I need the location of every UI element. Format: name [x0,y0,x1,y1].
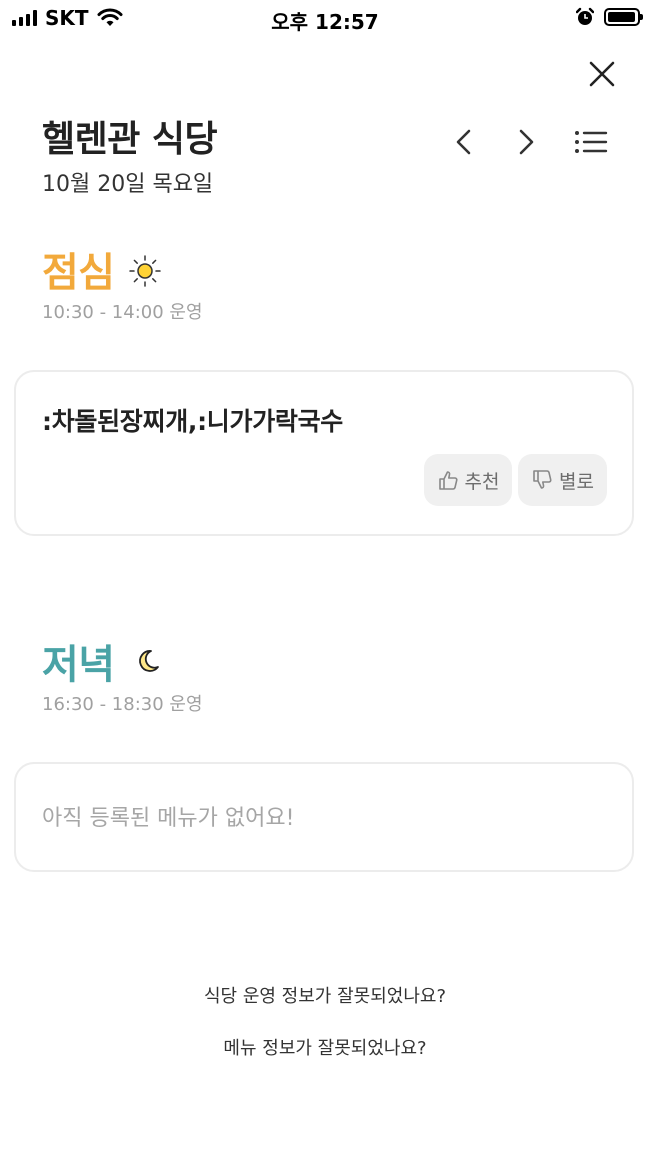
battery-icon [604,8,643,26]
prev-day-button[interactable] [446,124,482,160]
status-right [576,7,643,27]
restaurant-title: 헬렌관 식당 [42,119,218,160]
status-bar: SKT 오후 12:57 [0,0,650,36]
close-button[interactable] [582,54,622,94]
like-label: 추천 [464,470,500,493]
thumbs-down-icon [533,470,552,489]
report-menu-link[interactable]: 메뉴 정보가 잘못되었나요? [0,1034,650,1060]
like-button[interactable]: 추천 [424,454,512,506]
lunch-title: 점심 [42,250,115,296]
next-day-button[interactable] [508,124,544,160]
status-time: 오후 12:57 [271,10,379,34]
dislike-button[interactable]: 별로 [518,454,607,506]
chevron-left-icon [456,129,471,155]
lunch-menu-text: :차돌된장찌개,:니가가락국수 [42,407,343,436]
alarm-icon [576,7,594,25]
dinner-empty-message: 아직 등록된 메뉴가 없어요! [42,806,295,831]
lunch-hours: 10:30 - 14:00 운영 [42,302,203,323]
dinner-title: 저녁 [42,642,115,688]
report-hours-link[interactable]: 식당 운영 정보가 잘못되었나요? [0,982,650,1008]
current-date: 10월 20일 목요일 [42,172,214,197]
dislike-label: 별로 [559,470,594,493]
thumbs-up-icon [438,471,458,490]
dinner-hours: 16:30 - 18:30 운영 [42,694,203,715]
close-icon [589,61,615,87]
list-icon [575,131,608,153]
chevron-right-icon [519,129,534,155]
sun-icon [129,255,161,287]
lunch-menu-card [14,370,634,536]
menu-list-button[interactable] [572,124,610,160]
moon-icon [139,650,159,672]
